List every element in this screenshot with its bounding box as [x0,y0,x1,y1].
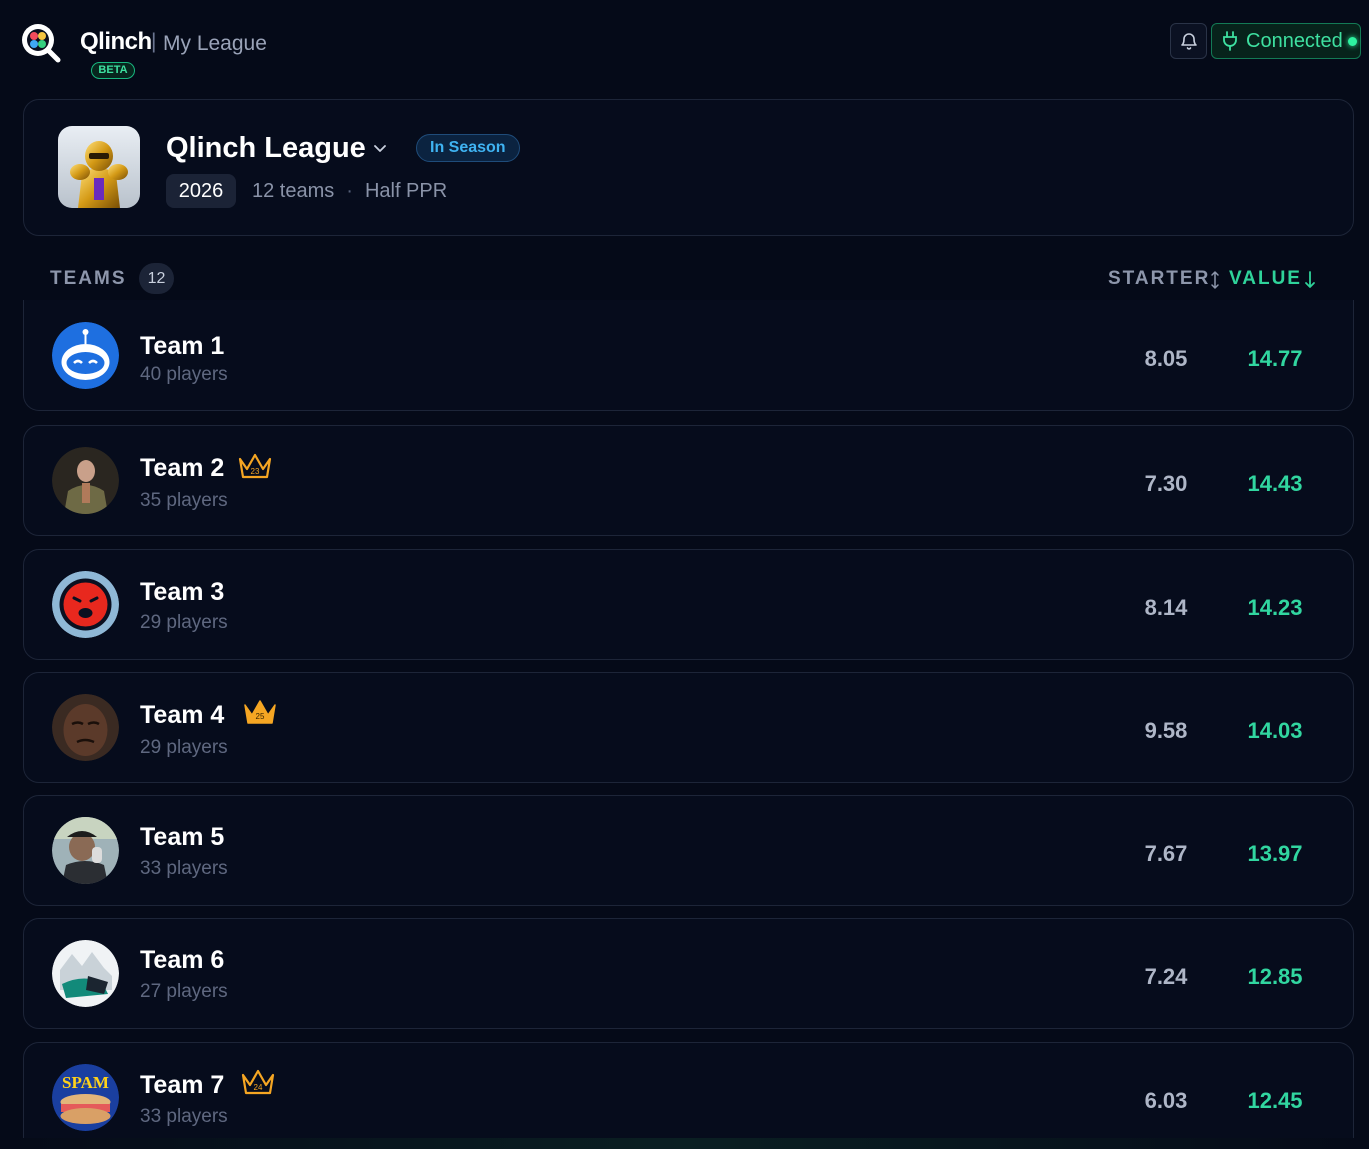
team-name: Team 4 [140,701,225,729]
team-row[interactable]: Team 6 27 players 7.24 12.85 [23,918,1354,1029]
page-title: My League [163,32,267,55]
team-row[interactable]: Team 2 23 35 players 7.30 14.43 [23,425,1354,536]
connection-label: Connected [1246,29,1343,52]
team-player-count: 29 players [140,737,228,758]
teams-section-label: TEAMS [50,268,127,289]
team-player-count: 35 players [140,490,228,511]
svg-text:25: 25 [256,712,265,721]
league-meta: 12 teams · Half PPR [252,180,447,203]
team-name: Team 2 [140,454,225,482]
team-row[interactable]: Team 3 29 players 8.14 14.23 [23,549,1354,660]
team-player-count: 27 players [140,981,228,1002]
team-value: 14.43 [1247,471,1303,496]
team-list: Team 1 40 players 8.05 14.77 Team 2 23 3… [23,300,1354,1149]
notifications-button[interactable] [1170,23,1207,59]
connection-status-button[interactable]: Connected [1211,23,1361,59]
team-starter-value: 8.05 [1144,346,1188,371]
team-starter-value: 7.30 [1144,471,1188,496]
league-name[interactable]: Qlinch League [166,132,366,165]
svg-text:24: 24 [254,1083,263,1092]
spam-logo-text: SPAM [62,1073,109,1092]
team-starter-value: 6.03 [1144,1088,1188,1113]
team-name: Team 1 [140,332,225,360]
team-avatar [52,694,119,761]
crown-icon: 24 [241,1069,275,1095]
team-row[interactable]: Team 4 25 29 players 9.58 14.03 [23,672,1354,783]
team-starter-value: 9.58 [1144,718,1188,743]
team-name: Team 5 [140,823,225,851]
team-avatar [52,817,119,884]
top-bar: Qlinch | My League BETA Connected [0,0,1369,90]
svg-text:23: 23 [251,467,260,476]
chevron-down-icon[interactable] [372,140,388,156]
team-row[interactable]: Team 5 33 players 7.67 13.97 [23,795,1354,906]
arrow-down-icon[interactable] [1304,270,1316,290]
team-row[interactable]: SPAM Team 7 24 33 players 6.03 12.45 [23,1042,1354,1149]
team-value: 12.45 [1247,1088,1303,1113]
team-name: Team 6 [140,946,225,974]
team-player-count: 33 players [140,1106,228,1127]
plug-icon [1223,31,1237,51]
brand-name[interactable]: Qlinch [80,28,152,56]
brand-separator: | [151,30,157,53]
team-avatar [52,447,119,514]
qlinch-logo-icon[interactable] [19,21,61,63]
team-value: 14.03 [1247,718,1303,743]
team-value: 14.23 [1247,595,1303,620]
season-year[interactable]: 2026 [166,174,236,208]
team-value: 12.85 [1247,964,1303,989]
sort-both-icon[interactable] [1209,270,1221,290]
team-avatar [52,940,119,1007]
team-avatar: SPAM [52,1064,119,1131]
team-starter-value: 7.67 [1144,841,1188,866]
league-scoring: Half PPR [364,180,448,202]
team-avatar [52,322,119,389]
team-value: 14.77 [1247,346,1303,371]
team-starter-value: 8.14 [1144,595,1188,620]
teams-count-badge: 12 [139,263,174,294]
crown-icon: 25 [244,700,276,724]
team-value: 13.97 [1247,841,1303,866]
crown-icon: 23 [238,453,272,479]
league-card: Qlinch League In Season 2026 12 teams · Ha… [23,99,1354,236]
sort-starter-button[interactable]: STARTER [1108,268,1210,290]
team-name: Team 3 [140,578,225,606]
team-player-count: 29 players [140,612,228,633]
team-row[interactable]: Team 1 40 players 8.05 14.77 [23,300,1354,411]
bell-icon [1180,33,1197,50]
beta-badge: BETA [91,62,135,79]
team-avatar [52,571,119,638]
team-name: Team 7 [140,1071,225,1099]
sort-value-button[interactable]: VALUE [1229,268,1302,290]
team-starter-value: 7.24 [1144,964,1188,989]
team-player-count: 40 players [140,364,228,385]
bottom-fade [0,1138,1369,1149]
season-status-badge: In Season [416,134,520,162]
connection-status-dot [1347,36,1357,46]
meta-separator: · [346,180,353,202]
team-player-count: 33 players [140,858,228,879]
league-avatar [58,126,140,208]
league-team-count: 12 teams [252,180,335,202]
